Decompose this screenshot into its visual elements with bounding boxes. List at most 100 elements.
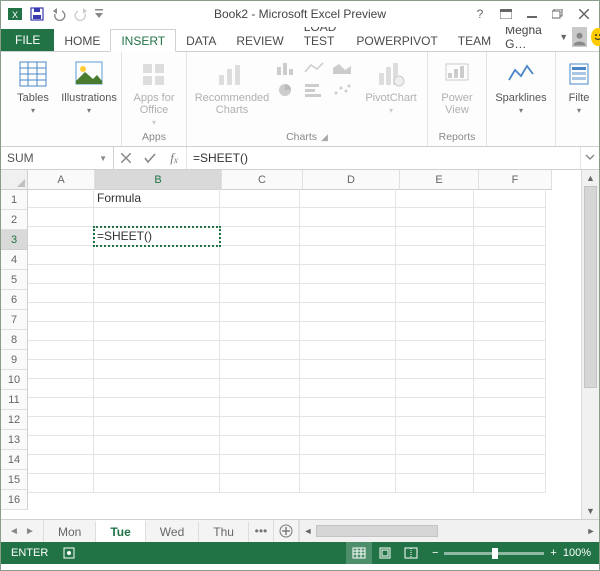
- cell[interactable]: [28, 265, 94, 284]
- cell[interactable]: [220, 284, 300, 303]
- cell[interactable]: [300, 303, 396, 322]
- cell[interactable]: [396, 284, 474, 303]
- cell[interactable]: [396, 189, 474, 208]
- row-header[interactable]: 11: [1, 390, 27, 410]
- cell[interactable]: [220, 398, 300, 417]
- scroll-left-icon[interactable]: ◄: [300, 526, 316, 536]
- row-header[interactable]: 5: [1, 270, 27, 290]
- tab-team[interactable]: TEAM: [448, 30, 501, 51]
- cell[interactable]: [28, 208, 94, 227]
- worksheet-grid[interactable]: 12345678910111213141516 ABCDEF Formula=S…: [1, 170, 599, 519]
- zoom-out-icon[interactable]: −: [432, 547, 438, 559]
- tab-review[interactable]: REVIEW: [226, 30, 293, 51]
- cell[interactable]: [94, 436, 220, 455]
- insert-function-icon[interactable]: fx: [162, 150, 186, 166]
- new-sheet-icon[interactable]: [274, 520, 299, 542]
- sheet-tab[interactable]: Mon: [44, 522, 96, 542]
- close-icon[interactable]: [573, 5, 595, 23]
- cell[interactable]: [28, 360, 94, 379]
- chevron-down-icon[interactable]: ▼: [99, 154, 107, 163]
- sheet-nav-prev-icon[interactable]: ◄: [7, 526, 21, 537]
- cancel-formula-icon[interactable]: [114, 153, 138, 163]
- cell[interactable]: [396, 455, 474, 474]
- cell[interactable]: [396, 322, 474, 341]
- cell[interactable]: [94, 398, 220, 417]
- col-header-F[interactable]: F: [479, 170, 552, 190]
- cell[interactable]: [28, 455, 94, 474]
- excel-icon[interactable]: X: [5, 4, 25, 24]
- cell[interactable]: [474, 322, 546, 341]
- row-header[interactable]: 8: [1, 330, 27, 350]
- col-header-C[interactable]: C: [222, 170, 303, 190]
- cell[interactable]: [474, 398, 546, 417]
- cell[interactable]: [220, 379, 300, 398]
- row-header[interactable]: 9: [1, 350, 27, 370]
- cell[interactable]: [396, 227, 474, 246]
- cell[interactable]: [474, 436, 546, 455]
- cell[interactable]: [28, 341, 94, 360]
- row-header[interactable]: 4: [1, 250, 27, 270]
- avatar-icon[interactable]: [572, 27, 587, 47]
- cell[interactable]: [28, 284, 94, 303]
- cell[interactable]: [396, 474, 474, 493]
- cell[interactable]: [300, 189, 396, 208]
- ribbon-display-options-icon[interactable]: [495, 5, 517, 23]
- cell[interactable]: [300, 322, 396, 341]
- row-header[interactable]: 6: [1, 290, 27, 310]
- undo-icon[interactable]: [49, 4, 69, 24]
- cell[interactable]: [28, 246, 94, 265]
- cell[interactable]: [474, 474, 546, 493]
- cell[interactable]: [220, 246, 300, 265]
- macro-record-icon[interactable]: [58, 546, 80, 560]
- cell[interactable]: [396, 379, 474, 398]
- filters-button[interactable]: Filte ▾: [562, 56, 596, 115]
- col-header-E[interactable]: E: [400, 170, 479, 190]
- sparklines-button[interactable]: Sparklines ▾: [493, 56, 549, 115]
- select-all-corner[interactable]: [1, 170, 28, 190]
- sheet-nav-next-icon[interactable]: ►: [23, 526, 37, 537]
- cell[interactable]: [300, 284, 396, 303]
- zoom-in-icon[interactable]: +: [550, 547, 556, 559]
- cell[interactable]: [220, 189, 300, 208]
- redo-icon[interactable]: [71, 4, 91, 24]
- cell[interactable]: [220, 322, 300, 341]
- cell[interactable]: [396, 436, 474, 455]
- cell[interactable]: [94, 246, 220, 265]
- cell[interactable]: [94, 474, 220, 493]
- hscroll-thumb[interactable]: [316, 525, 438, 537]
- cell[interactable]: [300, 360, 396, 379]
- cell[interactable]: [396, 360, 474, 379]
- dialog-launcher-icon[interactable]: ◢: [321, 132, 328, 143]
- cell[interactable]: [300, 436, 396, 455]
- cell[interactable]: [396, 417, 474, 436]
- cell[interactable]: Formula: [94, 189, 220, 208]
- cell[interactable]: [94, 379, 220, 398]
- tab-home[interactable]: HOME: [54, 30, 110, 51]
- save-icon[interactable]: [27, 4, 47, 24]
- cell[interactable]: [28, 322, 94, 341]
- sheet-tab[interactable]: Wed: [146, 522, 199, 542]
- cell[interactable]: [94, 208, 220, 227]
- cell[interactable]: [220, 455, 300, 474]
- row-header[interactable]: 1: [1, 190, 27, 210]
- cell[interactable]: [474, 379, 546, 398]
- sheet-tab[interactable]: Thu: [199, 522, 249, 542]
- cell[interactable]: [28, 303, 94, 322]
- scroll-up-icon[interactable]: ▲: [582, 170, 599, 186]
- scroll-right-icon[interactable]: ►: [583, 526, 599, 536]
- sheet-overflow-icon[interactable]: •••: [249, 520, 274, 542]
- cell[interactable]: [474, 303, 546, 322]
- cell[interactable]: [474, 455, 546, 474]
- cell[interactable]: [300, 379, 396, 398]
- row-header[interactable]: 13: [1, 430, 27, 450]
- page-break-view-icon[interactable]: [398, 542, 424, 564]
- cell[interactable]: [94, 417, 220, 436]
- zoom-slider[interactable]: [444, 552, 544, 555]
- col-header-D[interactable]: D: [303, 170, 400, 190]
- cell[interactable]: [300, 265, 396, 284]
- cell[interactable]: [396, 246, 474, 265]
- expand-formula-bar-icon[interactable]: [580, 147, 599, 169]
- cell[interactable]: [94, 284, 220, 303]
- cell[interactable]: [220, 474, 300, 493]
- cell[interactable]: [220, 227, 300, 246]
